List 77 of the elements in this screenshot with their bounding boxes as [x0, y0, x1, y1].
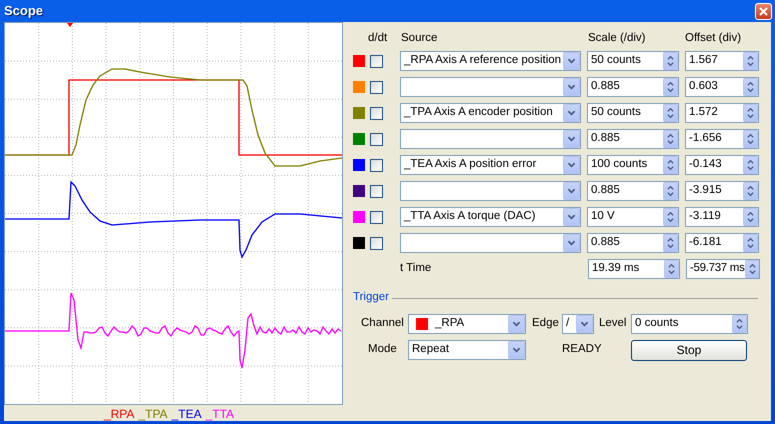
spin-arrows-icon: [663, 234, 678, 252]
derivative-checkbox[interactable]: [370, 54, 383, 68]
time-label: t Time: [400, 262, 432, 276]
scale-spinbox[interactable]: 0.885: [587, 129, 679, 149]
derivative-checkbox[interactable]: [370, 236, 383, 250]
spin-arrows-icon: [743, 52, 758, 70]
level-spinbox[interactable]: 0 counts: [631, 314, 748, 334]
spin-arrows-icon: [663, 52, 678, 70]
source-dropdown[interactable]: _TTA Axis A torque (DAC): [400, 207, 581, 227]
spin-arrows-icon: [663, 130, 678, 148]
spin-arrows-icon: [743, 182, 758, 200]
derivative-checkbox[interactable]: [370, 158, 383, 172]
spin-arrows-icon: [663, 208, 678, 226]
offset-spinbox[interactable]: 0.603: [685, 77, 759, 97]
spin-arrows-icon: [663, 182, 678, 200]
derivative-checkbox[interactable]: [370, 184, 383, 198]
offset-spinbox[interactable]: 1.567: [685, 51, 759, 71]
spin-arrows-icon: [663, 104, 678, 122]
spin-arrows-icon: [664, 260, 679, 278]
mode-dropdown[interactable]: Repeat: [408, 340, 526, 360]
source-dropdown[interactable]: [400, 233, 581, 253]
spin-arrows-icon: [743, 78, 758, 96]
close-icon: [759, 6, 768, 16]
source-dropdown[interactable]: [400, 129, 581, 149]
scale-spinbox[interactable]: 0.885: [587, 181, 679, 201]
scale-spinbox[interactable]: 10 V: [587, 207, 679, 227]
close-button[interactable]: [755, 2, 772, 20]
spin-arrows-icon: [744, 260, 759, 278]
mode-label: Mode: [368, 343, 398, 357]
channel-label: Channel: [361, 317, 405, 331]
source-dropdown[interactable]: _TEA Axis A position error: [400, 155, 581, 175]
derivative-checkbox[interactable]: [370, 132, 383, 146]
column-header: Offset (div): [685, 32, 742, 46]
offset-spinbox[interactable]: -6.181: [685, 233, 759, 253]
column-header: Scale (/div): [588, 32, 647, 46]
group-title: Trigger: [353, 291, 389, 305]
offset-spinbox[interactable]: -3.119: [685, 207, 759, 227]
column-header: Source: [401, 32, 438, 46]
derivative-checkbox[interactable]: [370, 106, 383, 120]
legend-label: _TEA: [172, 407, 202, 422]
spin-arrows-icon: [743, 104, 758, 122]
trigger-marker-icon: [67, 23, 73, 27]
spin-arrows-icon: [743, 234, 758, 252]
offset-spinbox[interactable]: -0.143: [685, 155, 759, 175]
spin-arrows-icon: [743, 156, 758, 174]
channel-dropdown[interactable]: _RPA: [408, 314, 526, 334]
edge-label: Edge: [532, 317, 560, 331]
window-title: Scope: [4, 3, 44, 19]
scale-spinbox[interactable]: 50 counts: [587, 103, 679, 123]
scale-spinbox[interactable]: 50 counts: [587, 51, 679, 71]
scale-spinbox[interactable]: 100 counts: [587, 155, 679, 175]
legend-label: _TTA: [206, 407, 234, 422]
stop-button[interactable]: Stop: [631, 340, 747, 360]
legend-label: _RPA: [104, 407, 134, 422]
offset-spinbox[interactable]: -59.737 ms: [686, 259, 760, 279]
source-dropdown[interactable]: _TPA Axis A encoder position: [400, 103, 581, 123]
edge-dropdown[interactable]: /: [562, 314, 594, 334]
spin-arrows-icon: [743, 130, 758, 148]
source-dropdown[interactable]: [400, 77, 581, 97]
legend-label: _TPA: [138, 407, 168, 422]
source-dropdown[interactable]: _RPA Axis A reference position: [400, 51, 581, 71]
status-text: READY: [562, 343, 603, 357]
derivative-checkbox[interactable]: [370, 210, 383, 224]
spin-arrows-icon: [743, 208, 758, 226]
derivative-checkbox[interactable]: [370, 80, 383, 94]
offset-spinbox[interactable]: -3.915: [685, 181, 759, 201]
scale-spinbox[interactable]: 19.39 ms: [588, 259, 680, 279]
level-label: Level: [599, 317, 628, 331]
column-header: d/dt: [368, 32, 388, 46]
scale-spinbox[interactable]: 0.885: [587, 77, 679, 97]
offset-spinbox[interactable]: 1.572: [685, 103, 759, 123]
spin-arrows-icon: [732, 315, 747, 333]
offset-spinbox[interactable]: -1.656: [685, 129, 759, 149]
scale-spinbox[interactable]: 0.885: [587, 233, 679, 253]
spin-arrows-icon: [663, 78, 678, 96]
spin-arrows-icon: [663, 156, 678, 174]
source-dropdown[interactable]: [400, 181, 581, 201]
